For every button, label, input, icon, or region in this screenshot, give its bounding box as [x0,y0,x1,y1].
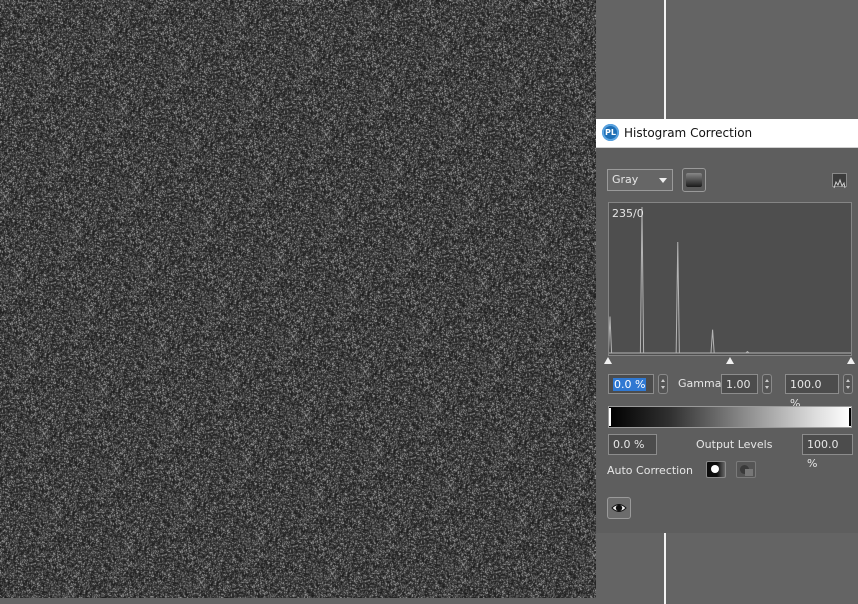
output-white-handle[interactable] [849,408,851,426]
chevron-down-icon [659,178,667,183]
pl-logo-icon: PL [602,124,619,141]
auto-contrast-icon[interactable] [736,461,756,478]
eye-icon [611,504,627,512]
output-black-handle[interactable] [609,408,611,426]
panel-title: Histogram Correction [624,126,753,140]
output-black-value: 0.0 % [613,438,645,451]
histogram-peak-1 [639,206,645,354]
input-white-marker[interactable] [847,357,855,364]
histogram-shape-icon [833,178,846,189]
gamma-label: Gamma: [678,377,726,390]
histogram-options-icon[interactable] [832,173,847,189]
histogram-chart [609,206,851,354]
histogram-peak-0 [609,316,613,354]
output-black-field[interactable]: 0.0 % [608,434,657,455]
preview-toggle-button[interactable] [607,497,631,519]
input-gamma-marker[interactable] [726,357,734,364]
histogram-peak-2 [675,242,680,354]
gamma-value: 1.00 [726,378,751,391]
gradient-icon [686,173,702,187]
auto-levels-icon[interactable] [706,461,726,478]
histogram-peak-3 [710,329,715,354]
auto-correction-label: Auto Correction [607,464,693,477]
histogram-plot[interactable]: 235/0 [608,202,852,356]
gamma-spinner[interactable] [762,374,772,394]
output-levels-label: Output Levels [696,438,773,451]
input-black-value: 0.0 % [613,378,647,391]
gamma-field[interactable]: 1.00 [721,374,758,394]
gradient-display-button[interactable] [682,168,706,192]
histogram-readout: 235/0 [612,207,644,220]
input-white-spinner[interactable] [843,374,853,394]
panel-titlebar[interactable]: PL Histogram Correction [596,119,858,148]
channel-select-value: Gray [612,173,639,186]
histogram-correction-panel: PL Histogram Correction Gray 235/0 0.0 %… [596,119,858,533]
channel-select[interactable]: Gray [607,169,673,191]
input-black-spinner[interactable] [658,374,668,394]
input-black-field[interactable]: 0.0 % [608,374,654,394]
output-white-value: 100.0 % [807,438,839,470]
input-black-marker[interactable] [604,357,612,364]
noise-image[interactable] [0,0,596,598]
output-levels-gradient[interactable] [608,406,852,428]
input-white-field[interactable]: 100.0 % [785,374,839,410]
output-white-field[interactable]: 100.0 % [802,434,853,470]
